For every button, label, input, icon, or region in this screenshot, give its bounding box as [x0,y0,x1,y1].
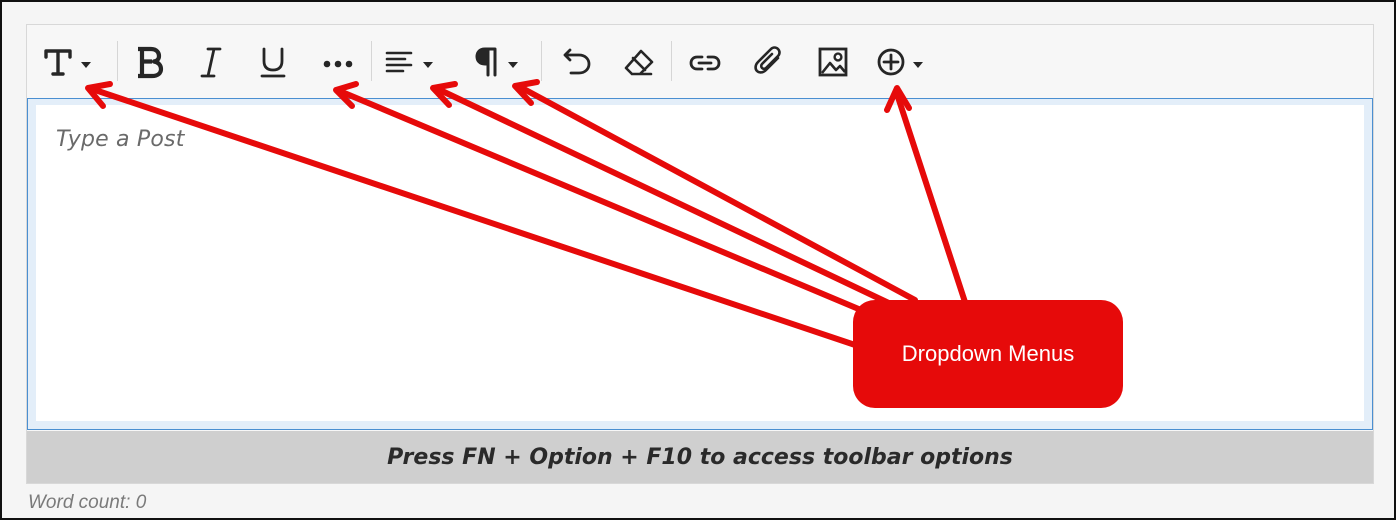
plus-circle-icon [877,48,923,76]
bold-button[interactable] [129,39,169,85]
toolbar-separator [117,41,118,81]
toolbar-separator [371,41,372,81]
callout-label: Dropdown Menus [901,341,1075,366]
attach-file-button[interactable] [747,39,791,85]
insert-image-button[interactable] [811,39,855,85]
underline-icon [260,47,286,78]
paragraph-dropdown-button[interactable] [471,39,529,85]
editor-toolbar [27,25,1373,99]
image-icon [818,47,848,77]
clear-formatting-button[interactable] [617,39,661,85]
align-left-icon [385,51,433,73]
align-dropdown-button[interactable] [383,39,441,85]
paragraph-icon [475,47,518,77]
text-style-dropdown-button[interactable] [43,39,101,85]
undo-button[interactable] [553,39,597,85]
underline-button[interactable] [253,39,293,85]
post-editor: Type a Post Press FN + Option + F10 to a… [26,24,1374,484]
bold-icon [138,46,164,79]
italic-icon [200,47,222,78]
toolbar-separator [671,41,672,81]
insert-link-button[interactable] [683,39,727,85]
insert-content-dropdown-button[interactable] [873,39,933,85]
post-placeholder: Type a Post [56,127,185,152]
undo-icon [563,48,591,75]
toolbar-separator [541,41,542,81]
eraser-icon [624,49,654,76]
word-count: Word count: 0 [28,492,147,513]
post-text-area[interactable]: Type a Post [36,105,1364,421]
keyboard-hint-bar: Press FN + Option + F10 to access toolba… [27,431,1373,483]
text-format-icon [44,49,91,76]
dropdown-menus-callout: Dropdown Menus [853,300,1123,408]
more-options-button[interactable] [317,39,359,85]
link-icon [689,55,721,71]
italic-button[interactable] [191,39,231,85]
paperclip-icon [754,46,781,74]
keyboard-hint-text: Press FN + Option + F10 to access toolba… [387,444,1013,470]
ellipsis-icon [323,60,353,68]
post-text-area-focus-ring: Type a Post [27,98,1373,430]
